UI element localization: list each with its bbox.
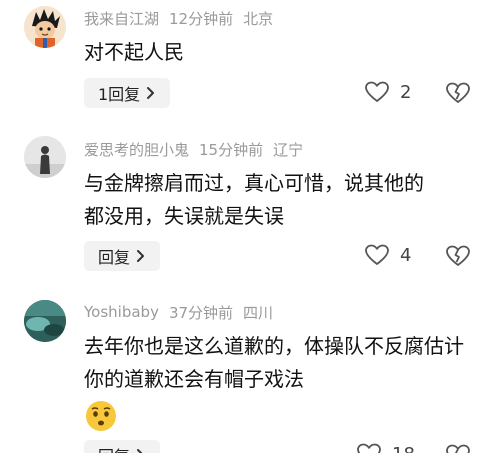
broken-heart-icon[interactable] [445, 244, 471, 268]
comment-time: 12分钟前 [169, 9, 234, 28]
avatar[interactable] [24, 300, 66, 342]
comment-time: 37分钟前 [168, 303, 234, 322]
chevron-right-icon [147, 87, 155, 99]
comment-location: 四川 [243, 303, 274, 322]
heart-outline-icon [357, 443, 381, 453]
like-count: 4 [400, 244, 412, 266]
like-button[interactable]: 4 [364, 243, 411, 267]
comment-header: 我来自江湖 12分钟前 北京 [84, 7, 273, 29]
avatar-silhouette-icon [24, 136, 66, 178]
chevron-right-icon [137, 250, 145, 262]
comment-text: 对不起人民 [84, 40, 184, 64]
comment-header: 爱思考的胆小鬼 15分钟前 辽宁 [84, 138, 303, 160]
avatar[interactable] [24, 136, 66, 178]
heart-outline-icon [365, 244, 389, 265]
reply-label: 回复 [98, 443, 130, 453]
username[interactable]: Yoshibaby [84, 303, 159, 321]
heart-outline-icon [365, 81, 389, 102]
like-button[interactable]: 18 [356, 442, 415, 453]
username[interactable]: 我来自江湖 [84, 8, 159, 29]
comment-location: 北京 [243, 9, 274, 28]
comment-item: 爱思考的胆小鬼 15分钟前 辽宁 与金牌擦肩而过，真心可惜，说其他的都没用，失误… [0, 130, 500, 280]
reply-label: 1回复 [98, 85, 141, 104]
comment-location: 辽宁 [273, 140, 304, 159]
reply-button[interactable]: 回复 [84, 440, 161, 453]
worried-face-emoji-icon [86, 401, 116, 431]
chevron-right-icon [137, 449, 143, 453]
avatar-cartoon-icon [24, 6, 66, 48]
like-count: 18 [392, 444, 415, 453]
broken-heart-icon[interactable] [445, 443, 471, 453]
comment-time: 15分钟前 [199, 140, 264, 159]
reply-button[interactable]: 回复 [84, 241, 161, 271]
comment-header: Yoshibaby 37分钟前 四川 [84, 301, 273, 323]
comment-text: 去年你也是这么道歉的，体操队不反腐估计你的道歉还会有帽子戏法 [84, 334, 464, 391]
like-count: 2 [400, 81, 412, 103]
comment-item: Yoshibaby 37分钟前 四川 去年你也是这么道歉的，体操队不反腐估计你的… [0, 294, 500, 453]
like-button[interactable]: 2 [364, 80, 411, 104]
comment-item: 我来自江湖 12分钟前 北京 对不起人民 1回复 2 [0, 0, 500, 125]
comment-text: 与金牌擦肩而过，真心可惜，说其他的都没用，失误就是失误 [84, 171, 424, 228]
reply-button[interactable]: 1回复 [84, 78, 171, 108]
reply-label: 回复 [98, 248, 131, 267]
broken-heart-icon[interactable] [445, 81, 471, 105]
avatar-landscape-icon [24, 300, 66, 342]
comment-list: 我来自江湖 12分钟前 北京 对不起人民 1回复 2 爱思考的胆小鬼 15分钟前… [0, 0, 500, 453]
username[interactable]: 爱思考的胆小鬼 [84, 139, 189, 160]
avatar[interactable] [24, 6, 66, 48]
